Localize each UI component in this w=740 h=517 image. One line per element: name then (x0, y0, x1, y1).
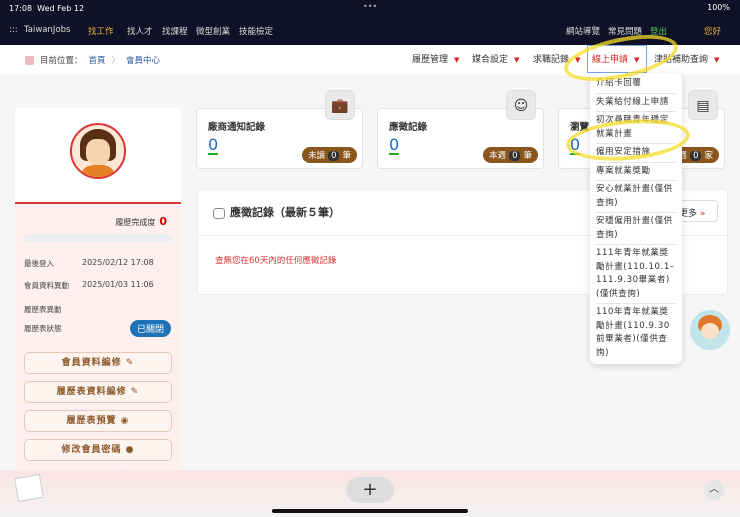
face-scan-icon: ☺ (506, 90, 536, 120)
resume-completion: 履歷完成度 0 (115, 215, 167, 228)
add-button[interactable]: + (346, 477, 394, 503)
member-change-value: 2025/01/03 11:06 (82, 280, 154, 289)
preview-resume-button[interactable]: 履歷表預覽 ◉ (24, 410, 172, 432)
avatar (70, 123, 126, 179)
panel-title-text: 應徵記錄（最新５筆） (230, 206, 340, 219)
last-login-label: 最後登入 (24, 259, 54, 268)
eye-icon: ◉ (120, 416, 130, 426)
menu-label: 媒合設定 (472, 55, 509, 65)
card-count: 0 (389, 135, 400, 155)
nav-find-job[interactable]: 找工作 (88, 25, 114, 37)
button-label: 會員資料編修 (61, 358, 122, 368)
pill-count: 0 (328, 151, 340, 161)
member-change-label: 會員資料異動 (24, 281, 69, 290)
breadcrumb-label: 目前位置： (40, 56, 83, 66)
time: 17:08 (9, 4, 33, 13)
menu-label: 履歷管理 (412, 55, 449, 65)
briefcase-icon: 💼 (325, 90, 355, 120)
button-label: 履歷表資料編修 (56, 387, 127, 397)
dropdown-item[interactable]: 失業給付線上申請 (596, 94, 676, 112)
brand-link[interactable]: TaiwanJobs (24, 25, 70, 35)
online-apply-dropdown: 介紹卡回覆 失業給付線上申請 初次尋職青年穩定就業計畫 僱用安定措施 專案就業獎… (590, 73, 682, 364)
pill-unit: 筆 (523, 151, 532, 161)
last-login-value: 2025/02/12 17:08 (82, 258, 154, 267)
dropdown-item[interactable]: 111年青年就業獎勵計畫(110.10.1–111.9.30畢業者)(僅供查詢) (596, 245, 676, 304)
more-dots-icon[interactable]: ••• (363, 2, 377, 11)
contacts-icon: ▤ (688, 90, 718, 120)
pill-label: 本週 (489, 151, 507, 161)
nav-greeting: 您好 (704, 27, 722, 37)
edit-resume-button[interactable]: 履歷表資料編修 ✎ (24, 381, 172, 403)
nav-sitemap[interactable]: 網站導覽 (566, 25, 600, 37)
resume-status-label: 履歷表狀態 (24, 324, 62, 333)
menu-resume[interactable]: 履歷管理 ▼ (412, 52, 459, 65)
home-indicator (272, 509, 468, 513)
button-label: 履歷表預覽 (66, 416, 117, 426)
completion-value: 0 (159, 215, 167, 228)
dropdown-item[interactable]: 專案就業獎勵 (596, 163, 676, 181)
pill-count: 0 (509, 151, 521, 161)
panel-title: 應徵記錄（最新５筆） (213, 204, 340, 220)
pill-unit: 家 (704, 151, 713, 161)
caret-down-icon: ▼ (714, 56, 720, 64)
pill-unit: 筆 (342, 151, 351, 161)
button-label: 修改會員密碼 (61, 445, 122, 455)
dropdown-item[interactable]: 安穩僱用計畫(僅供查詢) (596, 213, 676, 245)
chatbot-mascot[interactable] (690, 310, 730, 350)
card-title: 廠商通知記錄 (208, 122, 266, 133)
nav-micro-startup[interactable]: 微型創業 (196, 25, 230, 37)
card-pill: 本週 0 筆 (483, 147, 538, 163)
nav-find-talent[interactable]: 找人才 (127, 25, 153, 37)
pill-count: 0 (690, 151, 702, 161)
chevron-right-icon: 〉 (111, 56, 121, 66)
nav-find-course[interactable]: 找課程 (162, 25, 188, 37)
user-icon: ● (125, 445, 135, 455)
pill-label: 未讀 (308, 151, 326, 161)
double-chevron-right-icon: » (699, 209, 706, 219)
basket-icon (213, 207, 225, 219)
menu-matching[interactable]: 媒合設定 ▼ (472, 52, 519, 65)
edit-icon: ✎ (125, 358, 135, 368)
home-icon (25, 55, 34, 65)
notes-icon[interactable] (14, 473, 44, 503)
breadcrumb: 目前位置： 首頁 〉 會員中心 (25, 54, 160, 66)
battery: 100% (707, 3, 730, 12)
completion-progress-bar (24, 234, 172, 242)
status-bar: 17:08 Wed Feb 12 ••• 100% (0, 0, 740, 16)
caret-down-icon: ▼ (514, 56, 520, 64)
card-count: 0 (208, 135, 219, 155)
card-title: 應徵記錄 (389, 122, 428, 133)
nav-skill-test[interactable]: 技能檢定 (239, 25, 273, 37)
dropdown-item[interactable]: 安心就業計畫(僅供查詢) (596, 181, 676, 213)
resume-change-label: 履歷表異動 (24, 305, 62, 314)
breadcrumb-home[interactable]: 首頁 (89, 54, 106, 66)
breadcrumb-current[interactable]: 會員中心 (126, 54, 160, 66)
menu-label: 求職記錄 (533, 55, 570, 65)
resume-status-badge[interactable]: 已關閉 (129, 320, 171, 337)
empty-message: 查無您在60天內的任何應徵記錄 (215, 256, 337, 266)
scroll-up-button[interactable]: ︿ (704, 480, 724, 500)
menu-icon[interactable]: ::: (9, 25, 18, 35)
edit-icon: ✎ (130, 387, 140, 397)
date: Wed Feb 12 (37, 4, 85, 13)
dropdown-item[interactable]: 110年青年就業獎勵計畫(110.9.30前畢業者)(僅供查詢) (596, 304, 676, 362)
card-pill: 未讀 0 筆 (302, 147, 357, 163)
edit-member-button[interactable]: 會員資料編修 ✎ (24, 352, 172, 374)
caret-down-icon: ▼ (454, 56, 460, 64)
member-sidebar: 履歷完成度 0 最後登入 2025/02/12 17:08 會員資料異動 2025… (15, 108, 181, 470)
completion-label: 履歷完成度 (115, 218, 156, 227)
change-password-button[interactable]: 修改會員密碼 ● (24, 439, 172, 461)
